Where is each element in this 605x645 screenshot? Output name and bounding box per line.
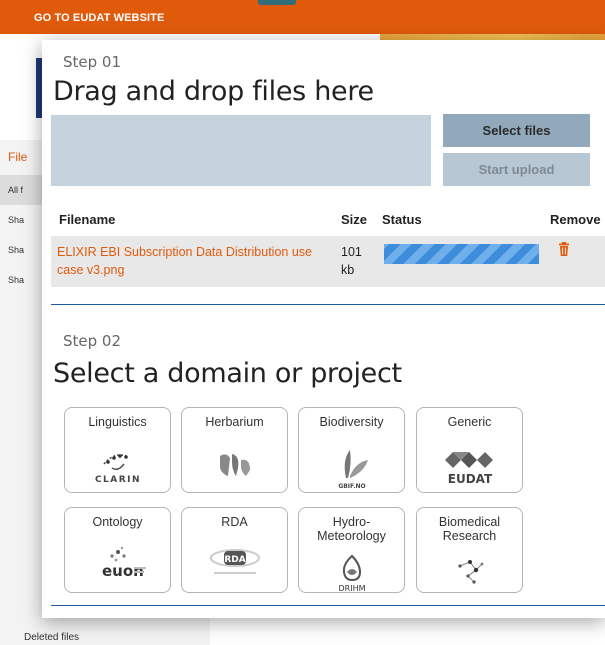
gbif-logo-text: GBIF.NO [338, 483, 365, 490]
eudat-logo-text: EUDAT [447, 472, 492, 486]
sidebar-item-deleted-files[interactable]: Deleted files [24, 632, 79, 643]
eudat-website-link[interactable]: GO TO EUDAT WEBSITE [34, 12, 164, 24]
step-2-label: Step 02 [63, 332, 122, 350]
trash-icon[interactable] [558, 242, 570, 256]
herbarium-logo-icon [182, 448, 287, 482]
sidebar-item-shared-3[interactable]: Sha [0, 265, 42, 295]
domain-tile-ontology[interactable]: Ontology euon [64, 507, 171, 593]
domain-tile-rda[interactable]: RDA RDA [181, 507, 288, 593]
top-bar: GO TO EUDAT WEBSITE [0, 0, 605, 34]
biomedical-network-icon [417, 552, 522, 588]
step-1-title: Drag and drop files here [53, 76, 374, 107]
domain-label: RDA [221, 515, 248, 529]
file-name[interactable]: ELIXIR EBI Subscription Data Distributio… [57, 243, 327, 279]
step-2-title: Select a domain or project [53, 358, 402, 389]
domain-tile-biodiversity[interactable]: Biodiversity GBIF.NO [298, 407, 405, 493]
domain-tile-herbarium[interactable]: Herbarium [181, 407, 288, 493]
select-files-button[interactable]: Select files [443, 114, 590, 147]
step-1-label: Step 01 [63, 53, 122, 71]
file-size: 101 kb [341, 245, 362, 277]
drihm-logo-text: DRIHM [338, 584, 365, 593]
domain-tile-generic[interactable]: Generic EUDAT [416, 407, 523, 493]
section-divider [51, 304, 605, 305]
domain-label: Biomedical Research [438, 515, 501, 543]
start-upload-button[interactable]: Start upload [443, 153, 590, 186]
table-row: ELIXIR EBI Subscription Data Distributio… [51, 236, 605, 287]
domain-label: Biodiversity [319, 415, 384, 429]
sidebar-item-shared-2[interactable]: Sha [0, 235, 42, 265]
upload-progress-fill [384, 244, 539, 264]
domain-label: Herbarium [205, 415, 264, 429]
clarin-logo-icon: CLARIN [65, 446, 170, 486]
euon-logo-icon: euon [65, 540, 170, 586]
drihm-logo-icon: DRIHM [299, 550, 404, 594]
section-divider-bottom [51, 605, 605, 606]
sidebar-item-shared-1[interactable]: Sha [0, 205, 42, 235]
domain-tile-biomedical-research[interactable]: Biomedical Research [416, 507, 523, 593]
rda-logo-text: RDA [224, 555, 245, 565]
domain-tile-hydro-meteorology[interactable]: Hydro- Meteorology DRIHM [298, 507, 405, 593]
column-header-size: Size [341, 212, 368, 227]
gbif-logo-icon: GBIF.NO [299, 438, 404, 490]
rda-logo-icon: RDA [182, 542, 287, 582]
column-header-remove: Remove [550, 212, 601, 227]
column-header-status: Status [382, 212, 422, 227]
sidebar-title: File [8, 150, 28, 164]
upload-modal: Step 01 Drag and drop files here Select … [42, 40, 605, 618]
domain-label: Generic [447, 415, 492, 429]
top-tab-handle [258, 0, 296, 5]
domain-tile-linguistics[interactable]: Linguistics CLARIN [64, 407, 171, 493]
clarin-logo-text: CLARIN [94, 475, 140, 485]
upload-progress-bar [384, 244, 539, 264]
sidebar-item-all[interactable]: All f [0, 175, 42, 205]
file-drop-zone[interactable] [51, 115, 431, 186]
column-header-filename: Filename [59, 212, 116, 227]
domain-label: Hydro- Meteorology [317, 515, 386, 543]
domain-label: Linguistics [88, 415, 147, 429]
domain-label: Ontology [92, 515, 143, 529]
eudat-logo-icon: EUDAT [417, 444, 522, 488]
